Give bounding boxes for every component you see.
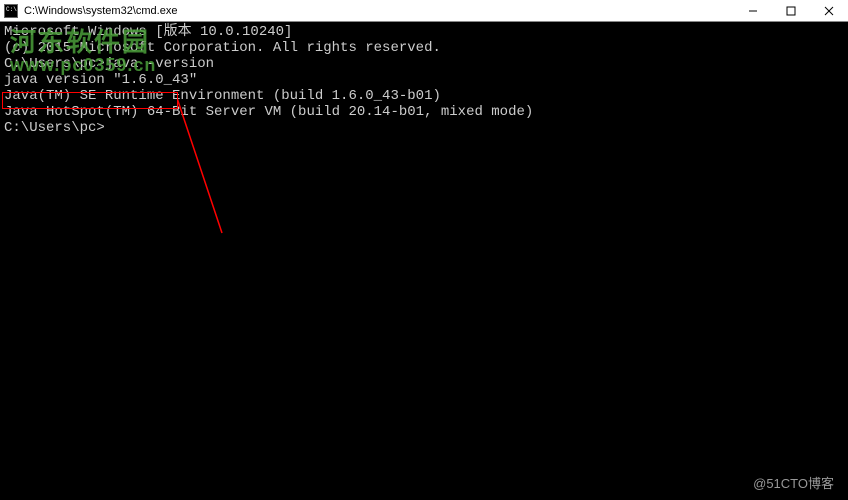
titlebar-left: C:\Windows\system32\cmd.exe xyxy=(4,4,177,18)
output-line: Java(TM) SE Runtime Environment (build 1… xyxy=(4,88,844,104)
output-line: Java HotSpot(TM) 64-Bit Server VM (build… xyxy=(4,104,844,120)
close-button[interactable] xyxy=(810,0,848,21)
window-title: C:\Windows\system32\cmd.exe xyxy=(24,5,177,17)
titlebar: C:\Windows\system32\cmd.exe xyxy=(0,0,848,22)
prompt-line: C:\Users\pc> xyxy=(4,120,844,136)
output-line: Microsoft Windows [版本 10.0.10240] xyxy=(4,24,844,40)
output-line: java version "1.6.0_43" xyxy=(4,72,844,88)
titlebar-controls xyxy=(734,0,848,21)
maximize-button[interactable] xyxy=(772,0,810,21)
terminal-area[interactable]: Microsoft Windows [版本 10.0.10240] (c) 20… xyxy=(0,22,848,138)
output-line: (c) 2015 Microsoft Corporation. All righ… xyxy=(4,40,844,56)
minimize-button[interactable] xyxy=(734,0,772,21)
footer-watermark: @51CTO博客 xyxy=(753,473,834,492)
prompt-line: C:\Users\pc>java -version xyxy=(4,56,844,72)
cmd-icon xyxy=(4,4,18,18)
cmd-window: C:\Windows\system32\cmd.exe Microsoft Wi… xyxy=(0,0,848,500)
